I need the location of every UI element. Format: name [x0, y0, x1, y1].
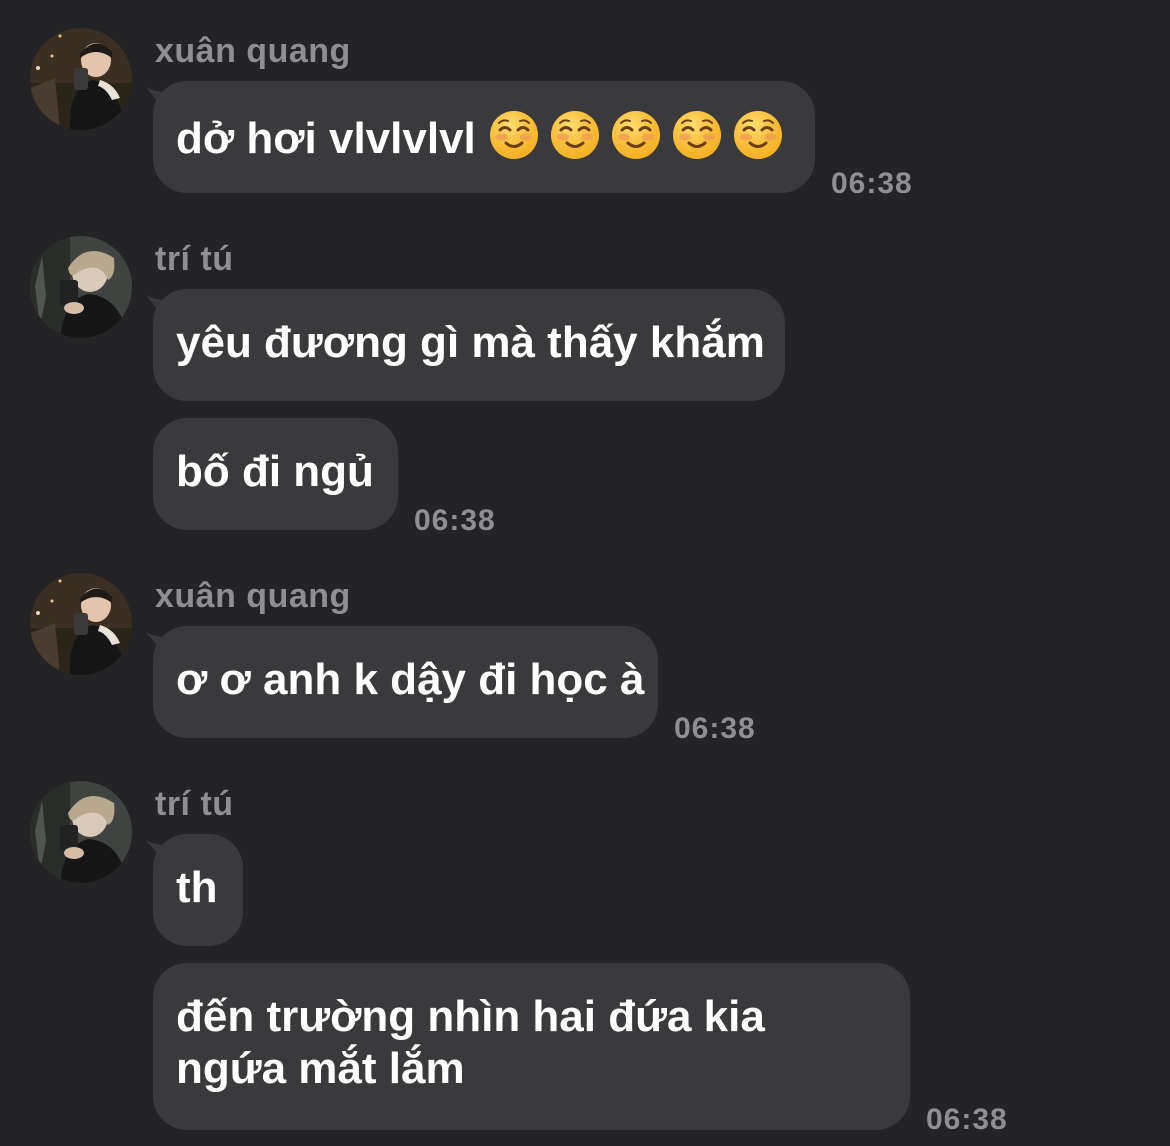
- message-bubble[interactable]: dở hơi vlvlvlvl: [153, 81, 815, 193]
- message-bubble[interactable]: ơ ơ anh k dậy đi học à: [153, 626, 658, 738]
- chat-conversation: xuân quang dở hơi vlvlvlvl 06:38 trí tú …: [0, 0, 1170, 1146]
- smiling-face-emoji: [610, 109, 662, 161]
- sender-name: trí tú: [155, 240, 234, 278]
- message-text: bố đi ngủ: [176, 447, 374, 496]
- smiling-face-emoji: [732, 109, 784, 161]
- xuan-quang-avatar[interactable]: [30, 573, 132, 675]
- sender-name: trí tú: [155, 785, 234, 823]
- message-text: ơ ơ anh k dậy đi học à: [176, 655, 645, 704]
- message-text: yêu đương gì mà thấy khắm: [176, 318, 765, 367]
- smiling-face-emoji: [488, 109, 540, 161]
- message-bubble[interactable]: đến trường nhìn hai đứa kia ngứa mắt lắm: [153, 963, 910, 1130]
- smiling-face-emoji: [549, 109, 601, 161]
- tri-tu-avatar[interactable]: [30, 781, 132, 883]
- sender-name: xuân quang: [155, 577, 351, 615]
- smiling-face-emoji: [671, 109, 723, 161]
- message-timestamp: 06:38: [926, 1103, 1008, 1136]
- xuan-quang-avatar[interactable]: [30, 28, 132, 130]
- message-text: th: [176, 863, 218, 912]
- message-text: đến trường nhìn hai đứa kia ngứa mắt lắm: [176, 992, 765, 1093]
- tri-tu-avatar[interactable]: [30, 236, 132, 338]
- emoji-row: [476, 109, 784, 163]
- sender-name: xuân quang: [155, 32, 351, 70]
- message-bubble[interactable]: th: [153, 834, 243, 946]
- message-timestamp: 06:38: [674, 712, 756, 745]
- message-text: dở hơi vlvlvlvl: [176, 114, 476, 163]
- message-timestamp: 06:38: [831, 167, 913, 200]
- message-timestamp: 06:38: [414, 504, 496, 537]
- message-bubble[interactable]: bố đi ngủ: [153, 418, 398, 530]
- message-bubble[interactable]: yêu đương gì mà thấy khắm: [153, 289, 785, 401]
